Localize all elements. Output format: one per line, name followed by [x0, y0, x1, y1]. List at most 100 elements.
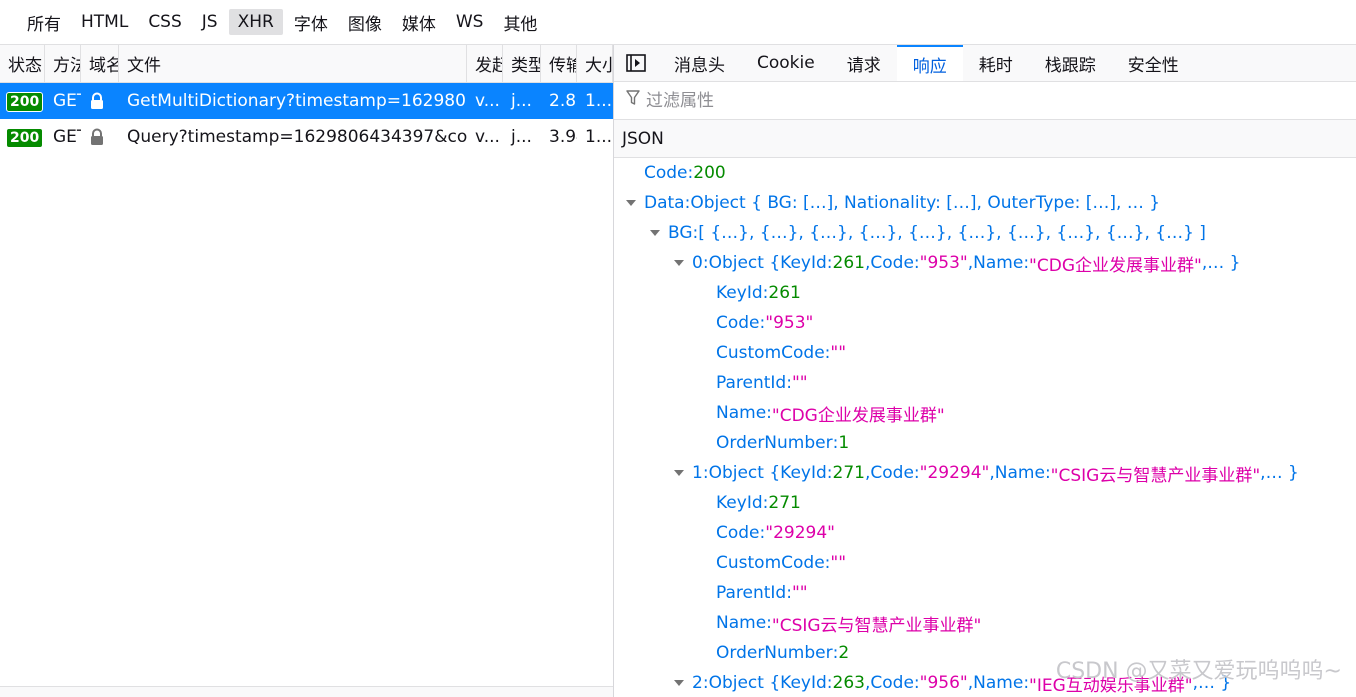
- detail-tab-0[interactable]: 消息头: [658, 45, 741, 81]
- request-type-filter-bar: 所有 HTML CSS JS XHR 字体 图像 媒体 WS 其他: [0, 0, 1356, 45]
- type-cell: j...: [511, 91, 532, 111]
- filter-button-0[interactable]: 所有: [18, 7, 70, 38]
- initiator-cell: v...: [475, 127, 500, 147]
- json-tree-line[interactable]: KeyId: 261: [614, 278, 1356, 308]
- detail-tab-6[interactable]: 安全性: [1112, 45, 1195, 81]
- json-tree-line[interactable]: CustomCode: "": [614, 338, 1356, 368]
- filter-button-8[interactable]: WS: [447, 9, 493, 35]
- json-key: 1: [692, 463, 703, 483]
- expand-arrow-icon[interactable]: [673, 257, 685, 269]
- json-key: OrderNumber: [716, 433, 833, 453]
- column-header-5[interactable]: 类型: [503, 45, 541, 82]
- json-key: KeyId: [716, 493, 763, 513]
- json-tree-line[interactable]: CustomCode: "": [614, 548, 1356, 578]
- column-header-1[interactable]: 方法: [45, 45, 81, 82]
- filter-button-6[interactable]: 图像: [339, 7, 391, 38]
- json-preview-prefix: Object {: [708, 253, 781, 273]
- expand-arrow-icon[interactable]: [625, 197, 637, 209]
- json-tree-line[interactable]: OrderNumber: 2: [614, 638, 1356, 668]
- json-key: Data: [644, 193, 685, 213]
- detail-tab-4[interactable]: 耗时: [963, 45, 1029, 81]
- json-tree-line[interactable]: ParentId: "": [614, 368, 1356, 398]
- filter-button-3[interactable]: JS: [193, 9, 227, 35]
- filter-button-5[interactable]: 字体: [285, 7, 337, 38]
- json-tree-line[interactable]: Code: "29294": [614, 518, 1356, 548]
- expand-arrow-icon[interactable]: [649, 227, 661, 239]
- json-key: CustomCode: [716, 553, 825, 573]
- json-preview-suffix: … }: [1207, 253, 1241, 273]
- filter-properties-input[interactable]: [644, 89, 1148, 112]
- json-value: 261: [768, 283, 801, 303]
- json-tree-line[interactable]: BG: [ {…}, {…}, {…}, {…}, {…}, {…}, {…},…: [614, 218, 1356, 248]
- json-value: "": [791, 583, 808, 603]
- json-key: OrderNumber: [716, 643, 833, 663]
- filter-button-2[interactable]: CSS: [139, 9, 190, 35]
- json-preview-value: "IEG互动娱乐事业群": [1029, 675, 1193, 696]
- json-tree-line[interactable]: 2: Object { KeyId: 263, Code: "956", Nam…: [614, 668, 1356, 697]
- expand-arrow-icon[interactable]: [673, 677, 685, 689]
- detail-tab-3[interactable]: 响应: [896, 45, 963, 81]
- json-tree-line[interactable]: ParentId: "": [614, 578, 1356, 608]
- json-tree-line[interactable]: Data: Object { BG: […], Nationality: […]…: [614, 188, 1356, 218]
- json-preview-key: Name: [973, 673, 1024, 693]
- json-key: KeyId: [716, 283, 763, 303]
- filter-button-4[interactable]: XHR: [228, 9, 283, 35]
- json-value: "CSIG云与智慧产业事业群": [771, 615, 982, 636]
- request-rows: 200 GET GetMultiDictionary?timestamp=16298…: [0, 83, 613, 155]
- column-header-3[interactable]: 文件: [119, 45, 467, 82]
- request-list-header: 状态方法域名文件发赶类型传输大小: [0, 45, 613, 83]
- status-cell: 200: [0, 91, 45, 112]
- domain-cell: [81, 91, 119, 111]
- json-value: 200: [693, 163, 726, 183]
- json-section-header[interactable]: JSON: [614, 120, 1356, 158]
- json-tree-line[interactable]: Code: 200: [614, 158, 1356, 188]
- request-row[interactable]: 200 GET Query?timestamp=1629806434397&coun…: [0, 119, 613, 155]
- size-cell: 1...: [585, 91, 613, 111]
- column-header-7[interactable]: 大小: [577, 45, 613, 82]
- status-cell: 200: [0, 127, 45, 148]
- detail-tabbar: 消息头 Cookie 请求 响应 耗时 栈跟踪 安全性: [614, 45, 1356, 82]
- filter-button-1[interactable]: HTML: [72, 9, 137, 35]
- filter-funnel-icon: [626, 90, 640, 111]
- json-tree-line[interactable]: KeyId: 271: [614, 488, 1356, 518]
- column-header-6[interactable]: 传输: [541, 45, 577, 82]
- filter-button-7[interactable]: 媒体: [393, 7, 445, 38]
- detail-tab-1[interactable]: Cookie: [741, 45, 831, 81]
- json-tree-line[interactable]: Name: "CDG企业发展事业群": [614, 398, 1356, 428]
- column-header-4[interactable]: 发赶: [467, 45, 503, 82]
- json-tree-line[interactable]: 1: Object { KeyId: 271, Code: "29294", N…: [614, 458, 1356, 488]
- json-preview-value: 263: [832, 673, 865, 693]
- json-preview-key: Name: [994, 463, 1045, 483]
- json-value: 271: [768, 493, 801, 513]
- json-value: [ {…}, {…}, {…}, {…}, {…}, {…}, {…}, {…}…: [698, 223, 1206, 243]
- json-tree-line[interactable]: Name: "CSIG云与智慧产业事业群": [614, 608, 1356, 638]
- column-header-0[interactable]: 状态: [0, 45, 45, 82]
- expand-arrow-icon[interactable]: [673, 467, 685, 479]
- json-preview-value: 261: [832, 253, 865, 273]
- request-list-panel: 状态方法域名文件发赶类型传输大小 200 GET GetMultiDictionar…: [0, 45, 614, 697]
- request-list-footer: [0, 686, 613, 697]
- json-tree-line[interactable]: Code: "953": [614, 308, 1356, 338]
- column-header-2[interactable]: 域名: [81, 45, 119, 82]
- detail-tab-2[interactable]: 请求: [831, 45, 897, 81]
- status-badge: 200: [6, 127, 44, 148]
- json-value: "": [791, 373, 808, 393]
- type-cell: j...: [511, 127, 532, 147]
- toggle-panel-icon[interactable]: [614, 45, 658, 81]
- json-tree-line[interactable]: 0: Object { KeyId: 261, Code: "953", Nam…: [614, 248, 1356, 278]
- json-value: 1: [838, 433, 850, 453]
- file-cell: Query?timestamp=1629806434397&count: [127, 127, 467, 147]
- domain-cell: [81, 127, 119, 147]
- lock-icon: [89, 92, 105, 110]
- detail-tab-5[interactable]: 栈跟踪: [1029, 45, 1112, 81]
- filter-properties-bar: [614, 82, 1356, 120]
- filter-button-9[interactable]: 其他: [494, 7, 546, 38]
- json-value: "": [830, 553, 847, 573]
- method-cell: GET: [53, 91, 81, 111]
- json-preview-suffix: … }: [1265, 463, 1299, 483]
- json-value: "CDG企业发展事业群": [771, 405, 945, 426]
- json-tree-line[interactable]: OrderNumber: 1: [614, 428, 1356, 458]
- request-row[interactable]: 200 GET GetMultiDictionary?timestamp=16298…: [0, 83, 613, 119]
- initiator-cell: v...: [475, 91, 500, 111]
- json-preview-value: 271: [832, 463, 865, 483]
